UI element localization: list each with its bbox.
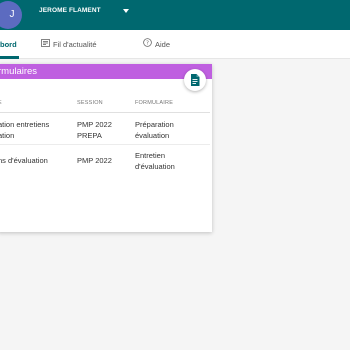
row-divider — [0, 144, 210, 145]
active-tab-indicator — [0, 56, 19, 59]
tab-bar: bord Fil d'actualité ? Aide — [0, 30, 350, 59]
document-button[interactable] — [184, 69, 206, 91]
tab-newsfeed[interactable]: Fil d'actualité — [41, 30, 97, 58]
card-header: rmulaires — [0, 64, 212, 79]
tab-dashboard-label: bord — [0, 40, 17, 49]
document-icon — [191, 74, 200, 86]
tab-help-label: Aide — [155, 40, 171, 49]
table-divider — [0, 112, 210, 113]
svg-text:?: ? — [146, 41, 149, 47]
tab-newsfeed-label: Fil d'actualité — [53, 40, 97, 49]
card-title: rmulaires — [0, 66, 38, 77]
username-label[interactable]: JEROME FLAMENT — [39, 7, 101, 14]
row-form-cell: Entretien d'évaluation — [135, 151, 175, 171]
chevron-down-icon[interactable] — [123, 9, 129, 13]
avatar[interactable]: J — [0, 1, 22, 29]
row-session-cell: PMP 2022 PREPA — [77, 120, 112, 140]
top-app-bar: J JEROME FLAMENT — [0, 0, 350, 30]
tab-dashboard[interactable]: bord — [0, 30, 17, 58]
help-icon: ? — [143, 30, 152, 60]
column-header-name[interactable]: E — [0, 100, 2, 106]
row-form-cell: Préparation évaluation — [135, 120, 174, 140]
newsfeed-icon — [41, 30, 50, 60]
row-name-cell: ns d'évaluation — [0, 156, 48, 165]
forms-card: rmulaires E SESSION FORMULAIRE ation ent… — [0, 64, 212, 232]
column-header-session[interactable]: SESSION — [77, 100, 103, 106]
column-header-form[interactable]: FORMULAIRE — [135, 100, 173, 106]
row-session-cell: PMP 2022 — [77, 156, 112, 165]
row-name-cell: ation entretiens ation — [0, 120, 50, 140]
tab-help[interactable]: ? Aide — [143, 30, 170, 58]
